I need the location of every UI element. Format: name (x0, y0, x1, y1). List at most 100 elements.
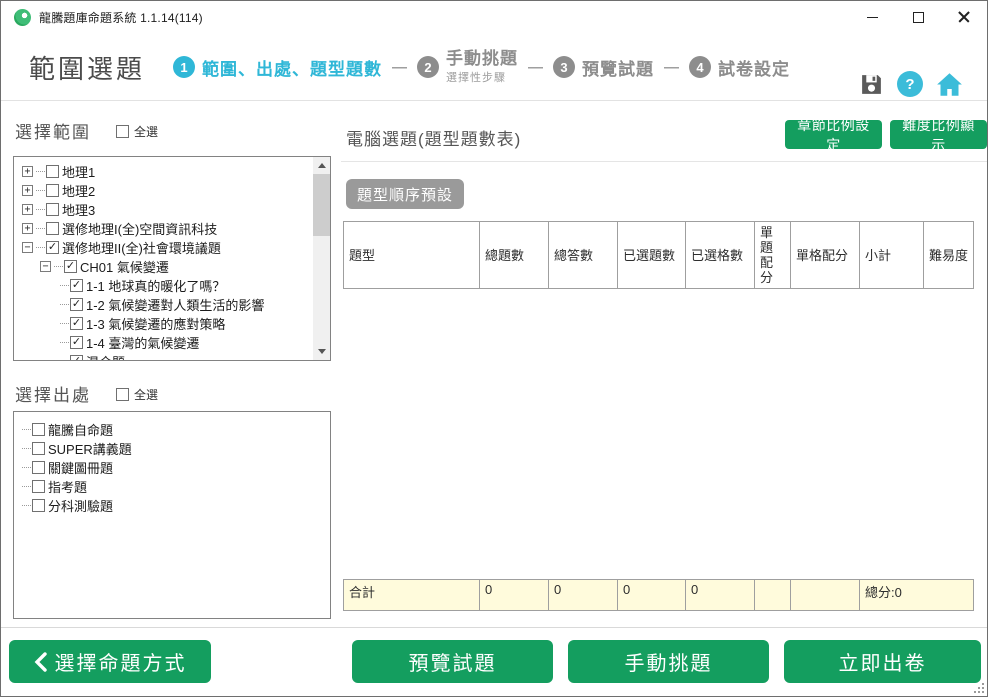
scope-tree: +地理1 +地理2 +地理3 +選修地理I(全)空間資訊科技 −✓選修地理II(… (13, 156, 331, 361)
source-checkbox[interactable] (32, 499, 45, 512)
step-3-label: 預覽試題 (582, 55, 654, 80)
home-icon[interactable] (936, 72, 963, 97)
scroll-down-icon[interactable] (313, 343, 330, 360)
minimize-button[interactable] (849, 1, 895, 33)
footer: 選擇命題方式 預覽試題 手動挑題 立即出卷 (1, 627, 987, 696)
wizard-steps: 1 範圍、出處、題型題數 — 2 手動挑題 選擇性步驟 — 3 預覽試題 — 4… (173, 33, 790, 101)
tree-guide (60, 285, 69, 286)
expand-icon[interactable]: + (22, 185, 33, 196)
tree-checkbox[interactable]: ✓ (70, 298, 83, 311)
scope-section-title: 選擇範圍 (15, 118, 91, 143)
source-list: 龍騰自命題 SUPER講義題 關鍵圖冊題 指考題 分科測驗題 (13, 411, 331, 619)
tree-checkbox[interactable]: ✓ (70, 317, 83, 330)
header-icons: ? (859, 71, 963, 97)
tree-checkbox[interactable]: ✓ (64, 260, 77, 273)
tree-item[interactable]: +地理1 (20, 162, 330, 181)
tree-checkbox[interactable] (46, 222, 59, 235)
close-button[interactable] (941, 1, 987, 33)
window-controls (849, 1, 987, 33)
tree-item[interactable]: ✓1-2 氣候變遷對人類生活的影響 (20, 295, 330, 314)
table-header: 題型 總題數 總答數 已選題數 已選格數 單題配分 單格配分 小計 難易度 (343, 221, 974, 289)
preview-questions-button[interactable]: 預覽試題 (352, 640, 553, 683)
source-item-label: 分科測驗題 (48, 496, 113, 515)
summary-row: 合計 0 0 0 0 總分:0 (343, 579, 974, 611)
source-checkbox[interactable] (32, 423, 45, 436)
scope-select-all-checkbox[interactable] (116, 125, 129, 138)
tree-item[interactable]: ✓1-4 臺灣的氣候變遷 (20, 333, 330, 352)
tree-scrollbar[interactable] (313, 157, 330, 360)
order-preset-button[interactable]: 題型順序預設 (346, 179, 464, 209)
titlebar: 龍騰題庫命題系統 1.1.14(114) (1, 1, 987, 33)
tree-item-label: 1-2 氣候變遷對人類生活的影響 (86, 295, 264, 314)
collapse-icon[interactable]: − (40, 261, 51, 272)
generate-paper-button[interactable]: 立即出卷 (784, 640, 981, 683)
step-3-badge: 3 (553, 56, 575, 78)
ratio-buttons: 章節比例設定 難度比例顯示 (785, 120, 987, 149)
save-icon[interactable] (859, 72, 884, 97)
source-select-all[interactable]: 全選 (116, 386, 158, 403)
tree-guide (60, 323, 69, 324)
col-header: 已選題數 (618, 222, 686, 289)
app-logo-icon (14, 9, 31, 26)
tree-item[interactable]: + 地理2 (20, 181, 330, 200)
col-header: 題型 (344, 222, 480, 289)
tree-checkbox[interactable] (46, 184, 59, 197)
help-icon[interactable]: ? (897, 71, 923, 97)
tree-item-label: 1-3 氣候變遷的應對策略 (86, 314, 225, 333)
tree-checkbox[interactable] (46, 165, 59, 178)
resize-grip[interactable] (974, 683, 984, 693)
source-checkbox[interactable] (32, 442, 45, 455)
summary-label: 合計 (344, 580, 480, 611)
source-checkbox[interactable] (32, 461, 45, 474)
col-header: 總答數 (549, 222, 618, 289)
col-header: 單格配分 (791, 222, 860, 289)
list-item[interactable]: 龍騰自命題 (20, 420, 330, 439)
collapse-icon[interactable]: − (22, 242, 33, 253)
tree-item-label: 選修地理II(全)社會環境議題 (62, 238, 221, 257)
tree-guide (36, 190, 45, 191)
expand-icon[interactable]: + (22, 223, 33, 234)
maximize-button[interactable] (895, 1, 941, 33)
tree-guide (60, 304, 69, 305)
tree-guide (36, 247, 45, 248)
source-checkbox[interactable] (32, 480, 45, 493)
question-type-table: 題型 總題數 總答數 已選題數 已選格數 單題配分 單格配分 小計 難易度 合計… (343, 221, 973, 611)
source-item-label: 龍騰自命題 (48, 420, 113, 439)
expand-icon[interactable]: + (22, 166, 33, 177)
tree-item[interactable]: ✓1-1 地球真的暖化了嗎？ (20, 276, 330, 295)
difficulty-ratio-button[interactable]: 難度比例顯示 (890, 120, 987, 149)
list-item[interactable]: 分科測驗題 (20, 496, 330, 515)
list-item[interactable]: 關鍵圖冊題 (20, 458, 330, 477)
col-header: 單題配分 (755, 222, 791, 289)
scope-select-all[interactable]: 全選 (116, 123, 158, 140)
tree-checkbox[interactable] (46, 203, 59, 216)
summary-value: 0 (618, 580, 686, 611)
scroll-up-icon[interactable] (313, 157, 330, 174)
scrollbar-thumb[interactable] (313, 174, 330, 236)
back-button[interactable]: 選擇命題方式 (9, 640, 211, 683)
col-header: 難易度 (924, 222, 974, 289)
tree-guide (22, 429, 31, 430)
list-item[interactable]: SUPER講義題 (20, 439, 330, 458)
tree-item[interactable]: ✓混合題 (20, 352, 330, 361)
tree-checkbox[interactable]: ✓ (46, 241, 59, 254)
manual-pick-button[interactable]: 手動挑題 (568, 640, 769, 683)
tree-item-label: 選修地理I(全)空間資訊科技 (62, 219, 217, 238)
list-item[interactable]: 指考題 (20, 477, 330, 496)
tree-guide (36, 171, 45, 172)
tree-item[interactable]: ✓1-3 氣候變遷的應對策略 (20, 314, 330, 333)
summary-total: 總分:0 (860, 580, 974, 611)
chapter-ratio-button[interactable]: 章節比例設定 (785, 120, 882, 149)
source-select-all-checkbox[interactable] (116, 388, 129, 401)
source-item-label: SUPER講義題 (48, 439, 132, 458)
expand-icon[interactable]: + (22, 204, 33, 215)
tree-item[interactable]: + 選修地理I(全)空間資訊科技 (20, 219, 330, 238)
tree-item-label: 地理2 (62, 181, 95, 200)
tree-item[interactable]: +地理3 (20, 200, 330, 219)
step-2-label: 手動挑題 (446, 49, 518, 69)
tree-checkbox[interactable]: ✓ (70, 336, 83, 349)
tree-item[interactable]: − ✓選修地理II(全)社會環境議題 (20, 238, 330, 257)
tree-checkbox[interactable]: ✓ (70, 355, 83, 361)
tree-item[interactable]: −✓CH01 氣候變遷 (20, 257, 330, 276)
tree-checkbox[interactable]: ✓ (70, 279, 83, 292)
